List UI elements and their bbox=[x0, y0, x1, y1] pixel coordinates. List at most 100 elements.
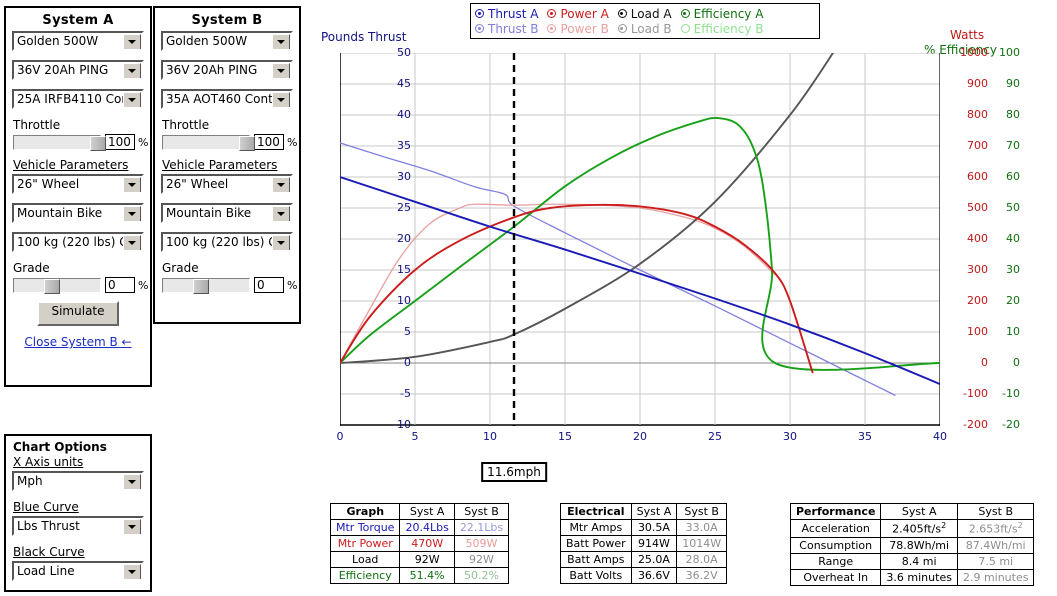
y-axis-tick-efficiency: 90 bbox=[1006, 77, 1020, 90]
battery-select-a-value: 36V 20Ah PING bbox=[17, 63, 109, 77]
simulate-button[interactable]: Simulate bbox=[37, 301, 119, 326]
radio-icon[interactable] bbox=[547, 9, 557, 18]
value-syst-b: 2.9 minutes bbox=[956, 568, 1035, 586]
chevron-down-icon[interactable] bbox=[272, 34, 290, 49]
y-axis-tick-watts: 100 bbox=[967, 325, 988, 338]
black-curve-value: Load Line bbox=[17, 564, 75, 578]
wheel-select-a[interactable]: 26" Wheel bbox=[12, 174, 144, 194]
motor-select-a-value: Golden 500W bbox=[17, 34, 99, 48]
x-axis-tick: 5 bbox=[411, 430, 419, 443]
battery-select-b[interactable]: 36V 20Ah PING bbox=[161, 60, 293, 80]
chevron-down-icon[interactable] bbox=[123, 92, 141, 107]
chevron-down-icon[interactable] bbox=[123, 519, 141, 534]
x-axis-tick: 0 bbox=[336, 430, 344, 443]
row-label: Efficiency bbox=[329, 567, 401, 584]
value-syst-b: 36.2V bbox=[676, 567, 728, 584]
value-syst-a: 25.0A bbox=[630, 551, 678, 568]
chart-plot-area[interactable] bbox=[340, 53, 940, 426]
x-axis-tick: 15 bbox=[558, 430, 572, 443]
radio-icon[interactable] bbox=[680, 9, 690, 18]
controller-select-a-value: 25A IRFB4110 Cont bbox=[17, 92, 134, 106]
y-axis-tick-efficiency: 30 bbox=[1006, 263, 1020, 276]
chevron-down-icon[interactable] bbox=[123, 235, 141, 250]
chevron-down-icon[interactable] bbox=[272, 235, 290, 250]
chevron-down-icon[interactable] bbox=[272, 92, 290, 107]
chevron-down-icon[interactable] bbox=[123, 34, 141, 49]
grade-slider-b[interactable] bbox=[162, 277, 250, 294]
column-header: Performance bbox=[789, 503, 882, 520]
speed-marker-label: 11.6mph bbox=[481, 462, 547, 482]
value-syst-a: 30.5A bbox=[630, 519, 678, 536]
motor-select-a[interactable]: Golden 500W bbox=[12, 31, 144, 51]
y-axis-tick-left: -5 bbox=[400, 387, 411, 400]
motor-select-b[interactable]: Golden 500W bbox=[161, 31, 293, 51]
grade-slider-thumb-b[interactable] bbox=[193, 278, 210, 294]
radio-icon[interactable] bbox=[475, 9, 484, 18]
y-axis-tick-watts: 800 bbox=[967, 108, 988, 121]
row-label: Batt Volts bbox=[560, 567, 632, 584]
x-axis-units-select[interactable]: Mph bbox=[12, 471, 144, 491]
chart-series-thrust-b bbox=[340, 142, 896, 396]
wheel-select-b[interactable]: 26" Wheel bbox=[161, 174, 293, 194]
blue-curve-label: Blue Curve bbox=[13, 500, 79, 514]
throttle-slider-b[interactable] bbox=[162, 134, 255, 151]
table-row: Acceleration 2.405ft/s2 2.653ft/s2 bbox=[789, 519, 1035, 538]
bike-select-b[interactable]: Mountain Bike bbox=[161, 203, 293, 223]
x-axis-tick: 10 bbox=[483, 430, 497, 443]
table-row: Mtr Torque 20.4Lbs 22.1Lbs bbox=[329, 519, 510, 536]
throttle-slider-thumb-b[interactable] bbox=[238, 135, 255, 151]
chevron-down-icon[interactable] bbox=[123, 564, 141, 579]
throttle-input-b[interactable]: 100 bbox=[254, 134, 284, 150]
column-header: Syst A bbox=[630, 503, 678, 520]
weight-select-b[interactable]: 100 kg (220 lbs) G bbox=[161, 232, 293, 252]
y-axis-watts-title: Watts bbox=[950, 28, 985, 42]
grade-input-a[interactable]: 0 bbox=[105, 277, 135, 293]
throttle-row-a: 100 % bbox=[13, 134, 150, 151]
blue-curve-select[interactable]: Lbs Thrust bbox=[12, 516, 144, 536]
bike-select-a[interactable]: Mountain Bike bbox=[12, 203, 144, 223]
battery-select-a[interactable]: 36V 20Ah PING bbox=[12, 60, 144, 80]
electrical-results-table: Electrical Syst A Syst B Mtr Amps 30.5A 33.0A… bbox=[560, 503, 728, 584]
radio-icon[interactable] bbox=[617, 9, 627, 18]
chevron-down-icon[interactable] bbox=[123, 177, 141, 192]
chevron-down-icon[interactable] bbox=[272, 177, 290, 192]
y-axis-tick-efficiency: 70 bbox=[1006, 139, 1020, 152]
x-axis-units-label: X Axis units bbox=[13, 455, 84, 469]
chevron-down-icon[interactable] bbox=[123, 474, 141, 489]
throttle-input-a[interactable]: 100 bbox=[105, 134, 135, 150]
value-syst-a: 20.4Lbs bbox=[399, 519, 455, 536]
y-axis-tick-efficiency: 20 bbox=[1006, 294, 1020, 307]
y-axis-tick-left: 30 bbox=[397, 170, 411, 183]
close-system-b-link[interactable]: Close System B ← bbox=[6, 335, 150, 349]
grade-slider-thumb-a[interactable] bbox=[44, 278, 61, 294]
row-label: Acceleration bbox=[789, 519, 882, 538]
grade-input-b[interactable]: 0 bbox=[254, 277, 284, 293]
chevron-down-icon[interactable] bbox=[123, 206, 141, 221]
throttle-unit-a: % bbox=[138, 135, 149, 149]
table-row: Batt Amps 25.0A 28.0A bbox=[560, 551, 728, 568]
chevron-down-icon[interactable] bbox=[272, 63, 290, 78]
chart-options-panel: Chart Options X Axis units Mph Blue Curv… bbox=[4, 434, 152, 592]
y-axis-tick-watts: 300 bbox=[967, 263, 988, 276]
chevron-down-icon[interactable] bbox=[123, 63, 141, 78]
simulation-chart: Pounds Thrust Watts % Efficiency 11.6mph… bbox=[300, 18, 1057, 482]
x-axis-tick: 25 bbox=[708, 430, 722, 443]
y-axis-tick-watts: 1000 bbox=[960, 46, 988, 59]
column-header: Electrical bbox=[560, 503, 632, 520]
chevron-down-icon[interactable] bbox=[272, 206, 290, 221]
y-axis-tick-left: 20 bbox=[397, 232, 411, 245]
wheel-select-b-value: 26" Wheel bbox=[166, 177, 229, 191]
controller-select-b[interactable]: 35A AOT460 Cont bbox=[161, 89, 293, 109]
grade-unit-a: % bbox=[138, 278, 149, 292]
table-row: Range 8.4 mi 7.5 mi bbox=[789, 552, 1035, 570]
weight-select-a[interactable]: 100 kg (220 lbs) G bbox=[12, 232, 144, 252]
row-label: Consumption bbox=[789, 536, 882, 554]
grade-slider-a[interactable] bbox=[13, 277, 101, 294]
throttle-slider-thumb-a[interactable] bbox=[89, 135, 106, 151]
controller-select-a[interactable]: 25A IRFB4110 Cont bbox=[12, 89, 144, 109]
black-curve-select[interactable]: Load Line bbox=[12, 561, 144, 581]
value-syst-a: 78.8Wh/mi bbox=[880, 536, 958, 554]
y-axis-tick-left: 35 bbox=[397, 139, 411, 152]
throttle-slider-a[interactable] bbox=[13, 134, 106, 151]
weight-select-a-value: 100 kg (220 lbs) G bbox=[17, 235, 129, 249]
